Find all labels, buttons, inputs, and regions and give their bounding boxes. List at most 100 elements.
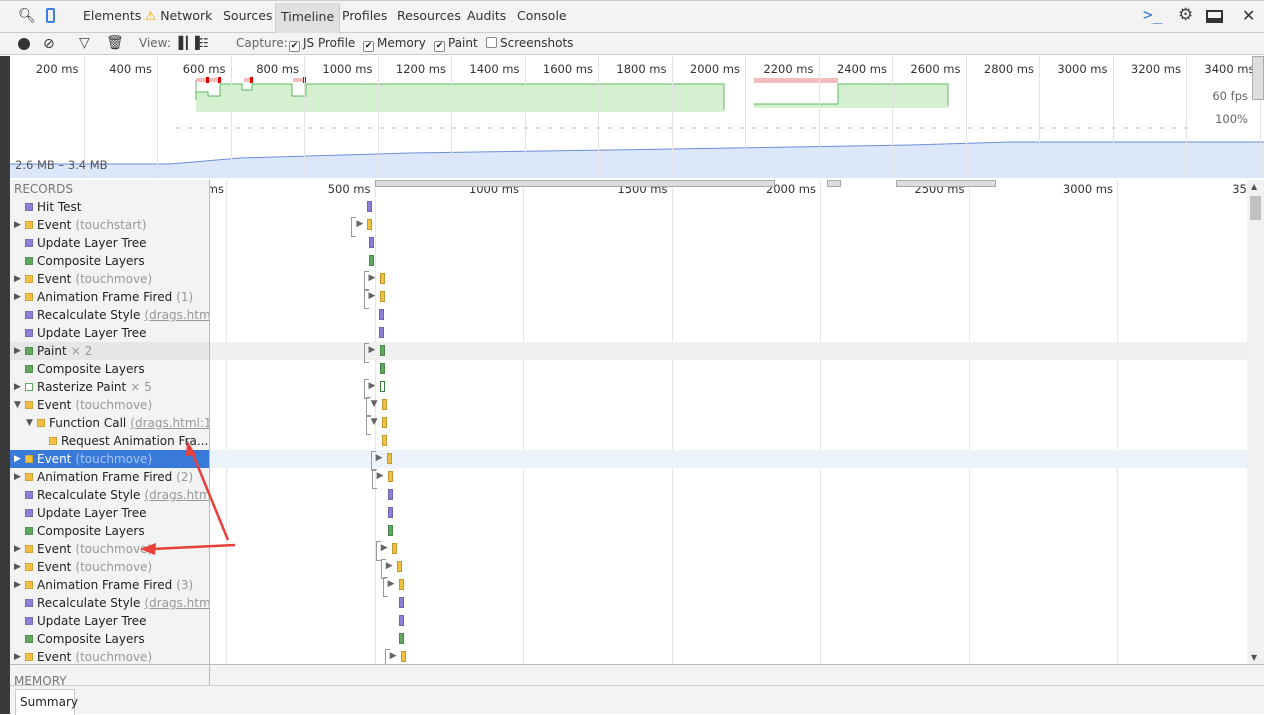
record-row[interactable]: Update Layer Tree bbox=[10, 612, 209, 630]
checkbox[interactable]: ✔ bbox=[289, 41, 300, 52]
record-row[interactable]: ▶ Animation Frame Fired (3) bbox=[10, 576, 209, 594]
record-row[interactable]: ▼ Event (touchmove) bbox=[10, 396, 209, 414]
search-icon[interactable]: 🔍︎ bbox=[18, 8, 36, 24]
record-row[interactable]: ▶ Event (touchmove) bbox=[10, 648, 209, 664]
close-icon[interactable]: ✕ bbox=[1242, 6, 1255, 25]
record-row[interactable]: Recalculate Style(drags.html:... bbox=[10, 594, 209, 612]
record-source-link[interactable]: (drags.html:... bbox=[144, 596, 209, 610]
filter-icon[interactable]: ▽ bbox=[79, 35, 90, 51]
expand-triangle-icon[interactable]: ▶ bbox=[14, 540, 21, 558]
record-bar[interactable] bbox=[367, 201, 373, 212]
record-bar[interactable] bbox=[379, 291, 385, 302]
record-bar[interactable] bbox=[398, 579, 404, 590]
record-bar[interactable] bbox=[398, 597, 404, 608]
record-row[interactable]: ▶ Event (touchmove) bbox=[10, 558, 209, 576]
expand-triangle-icon[interactable]: ▶ bbox=[377, 471, 384, 481]
record-row[interactable]: ▶ Event (touchmove) bbox=[10, 540, 209, 558]
gear-icon[interactable]: ⚙ bbox=[1178, 5, 1193, 25]
capture-paint-checkbox[interactable]: ✔ Paint bbox=[434, 36, 478, 52]
expand-triangle-icon[interactable]: ▶ bbox=[356, 219, 363, 229]
record-bar[interactable] bbox=[396, 561, 402, 572]
record-row[interactable]: ▶ Rasterize Paint × 5 bbox=[10, 378, 209, 396]
tab-network[interactable]: ⚠ Network bbox=[145, 8, 212, 23]
record-row[interactable]: Recalculate Style(drags.html:... bbox=[10, 486, 209, 504]
record-bar[interactable] bbox=[400, 651, 406, 662]
record-row[interactable]: ▼ Function Call(drags.html:1... bbox=[10, 414, 209, 432]
expand-triangle-icon[interactable]: ▶ bbox=[369, 381, 376, 391]
record-bar[interactable] bbox=[387, 525, 393, 536]
record-bar[interactable] bbox=[369, 237, 375, 248]
record-row[interactable]: Composite Layers bbox=[10, 630, 209, 648]
record-row[interactable]: ▶ Animation Frame Fired (1) bbox=[10, 288, 209, 306]
expand-triangle-icon[interactable]: ▶ bbox=[14, 648, 21, 664]
record-bar[interactable] bbox=[398, 633, 404, 644]
record-row[interactable]: Composite Layers bbox=[10, 522, 209, 540]
capture-screenshots-checkbox[interactable]: Screenshots bbox=[486, 36, 573, 50]
checkbox[interactable]: ✔ bbox=[363, 41, 374, 52]
expand-triangle-icon[interactable]: ▶ bbox=[14, 270, 21, 288]
collapse-triangle-icon[interactable]: ▼ bbox=[14, 396, 21, 414]
tab-summary[interactable]: Summary bbox=[15, 689, 78, 715]
expand-triangle-icon[interactable]: ▶ bbox=[14, 288, 21, 306]
record-button[interactable] bbox=[18, 38, 30, 50]
record-row[interactable]: Recalculate Style(drags.html:... bbox=[10, 306, 209, 324]
overview-window-handle[interactable] bbox=[1252, 56, 1264, 100]
record-bar[interactable] bbox=[398, 615, 404, 626]
record-bar[interactable] bbox=[379, 345, 385, 356]
expand-triangle-icon[interactable]: ▶ bbox=[14, 342, 21, 360]
record-bar[interactable] bbox=[387, 471, 393, 482]
record-row[interactable]: ▶ Event (touchstart) bbox=[10, 216, 209, 234]
tab-console[interactable]: Console bbox=[517, 8, 567, 23]
expand-triangle-icon[interactable]: ▶ bbox=[369, 273, 376, 283]
record-bar[interactable] bbox=[379, 363, 385, 374]
expand-triangle-icon[interactable]: ▶ bbox=[390, 651, 397, 661]
expand-triangle-icon[interactable]: ▶ bbox=[388, 579, 395, 589]
record-row[interactable]: Composite Layers bbox=[10, 360, 209, 378]
record-bar[interactable] bbox=[381, 435, 387, 446]
record-bar[interactable] bbox=[369, 255, 375, 266]
tab-audits[interactable]: Audits bbox=[467, 8, 506, 23]
expand-triangle-icon[interactable]: ▶ bbox=[369, 291, 376, 301]
record-row[interactable]: Update Layer Tree bbox=[10, 504, 209, 522]
tab-sources[interactable]: Sources bbox=[223, 8, 272, 23]
collapse-triangle-icon[interactable]: ▼ bbox=[26, 414, 33, 432]
record-row[interactable]: ▶ Animation Frame Fired (2) bbox=[10, 468, 209, 486]
collapse-triangle-icon[interactable]: ▼ bbox=[371, 399, 378, 409]
record-row[interactable]: ▶ Event (touchmove) bbox=[10, 270, 209, 288]
flame-view-icon[interactable]: ☷ bbox=[198, 36, 209, 50]
record-row[interactable]: ▶ Paint × 2 bbox=[10, 342, 209, 360]
record-bar[interactable] bbox=[379, 381, 385, 392]
tab-profiles[interactable]: Profiles bbox=[342, 8, 387, 23]
record-bar[interactable] bbox=[387, 507, 393, 518]
expand-triangle-icon[interactable]: ▶ bbox=[381, 543, 388, 553]
record-row[interactable]: Composite Layers bbox=[10, 252, 209, 270]
tab-elements[interactable]: Elements bbox=[83, 8, 141, 23]
capture-memory-checkbox[interactable]: ✔ Memory bbox=[363, 36, 426, 52]
record-row[interactable]: Update Layer Tree bbox=[10, 324, 209, 342]
expand-triangle-icon[interactable]: ▶ bbox=[14, 216, 21, 234]
expand-triangle-icon[interactable]: ▶ bbox=[376, 453, 383, 463]
expand-triangle-icon[interactable]: ▶ bbox=[14, 450, 21, 468]
record-bar[interactable] bbox=[381, 399, 387, 410]
scroll-down-icon[interactable]: ▼ bbox=[1251, 653, 1257, 662]
records-scrollbar[interactable]: ▲ ▼ bbox=[1247, 180, 1264, 664]
expand-triangle-icon[interactable]: ▶ bbox=[386, 561, 393, 571]
record-bar[interactable] bbox=[379, 273, 385, 284]
device-mode-icon[interactable] bbox=[46, 8, 55, 23]
dock-icon[interactable] bbox=[1206, 10, 1223, 23]
record-bar[interactable] bbox=[391, 543, 397, 554]
checkbox[interactable]: ✔ bbox=[434, 41, 445, 52]
record-source-link[interactable]: (drags.html:... bbox=[144, 488, 209, 502]
trash-icon[interactable]: 🗑︎ bbox=[106, 35, 124, 51]
capture-js-profile-checkbox[interactable]: ✔ JS Profile bbox=[289, 36, 355, 52]
record-bar[interactable] bbox=[387, 489, 393, 500]
expand-triangle-icon[interactable]: ▶ bbox=[14, 378, 21, 396]
record-bar[interactable] bbox=[386, 453, 392, 464]
record-row[interactable]: ▶ Event (touchmove) bbox=[10, 450, 209, 468]
expand-triangle-icon[interactable]: ▶ bbox=[369, 345, 376, 355]
record-row[interactable]: Hit Test bbox=[10, 198, 209, 216]
collapse-triangle-icon[interactable]: ▼ bbox=[371, 417, 378, 427]
record-source-link[interactable]: (drags.html:... bbox=[144, 308, 209, 322]
record-bar[interactable] bbox=[381, 417, 387, 428]
expand-triangle-icon[interactable]: ▶ bbox=[14, 576, 21, 594]
